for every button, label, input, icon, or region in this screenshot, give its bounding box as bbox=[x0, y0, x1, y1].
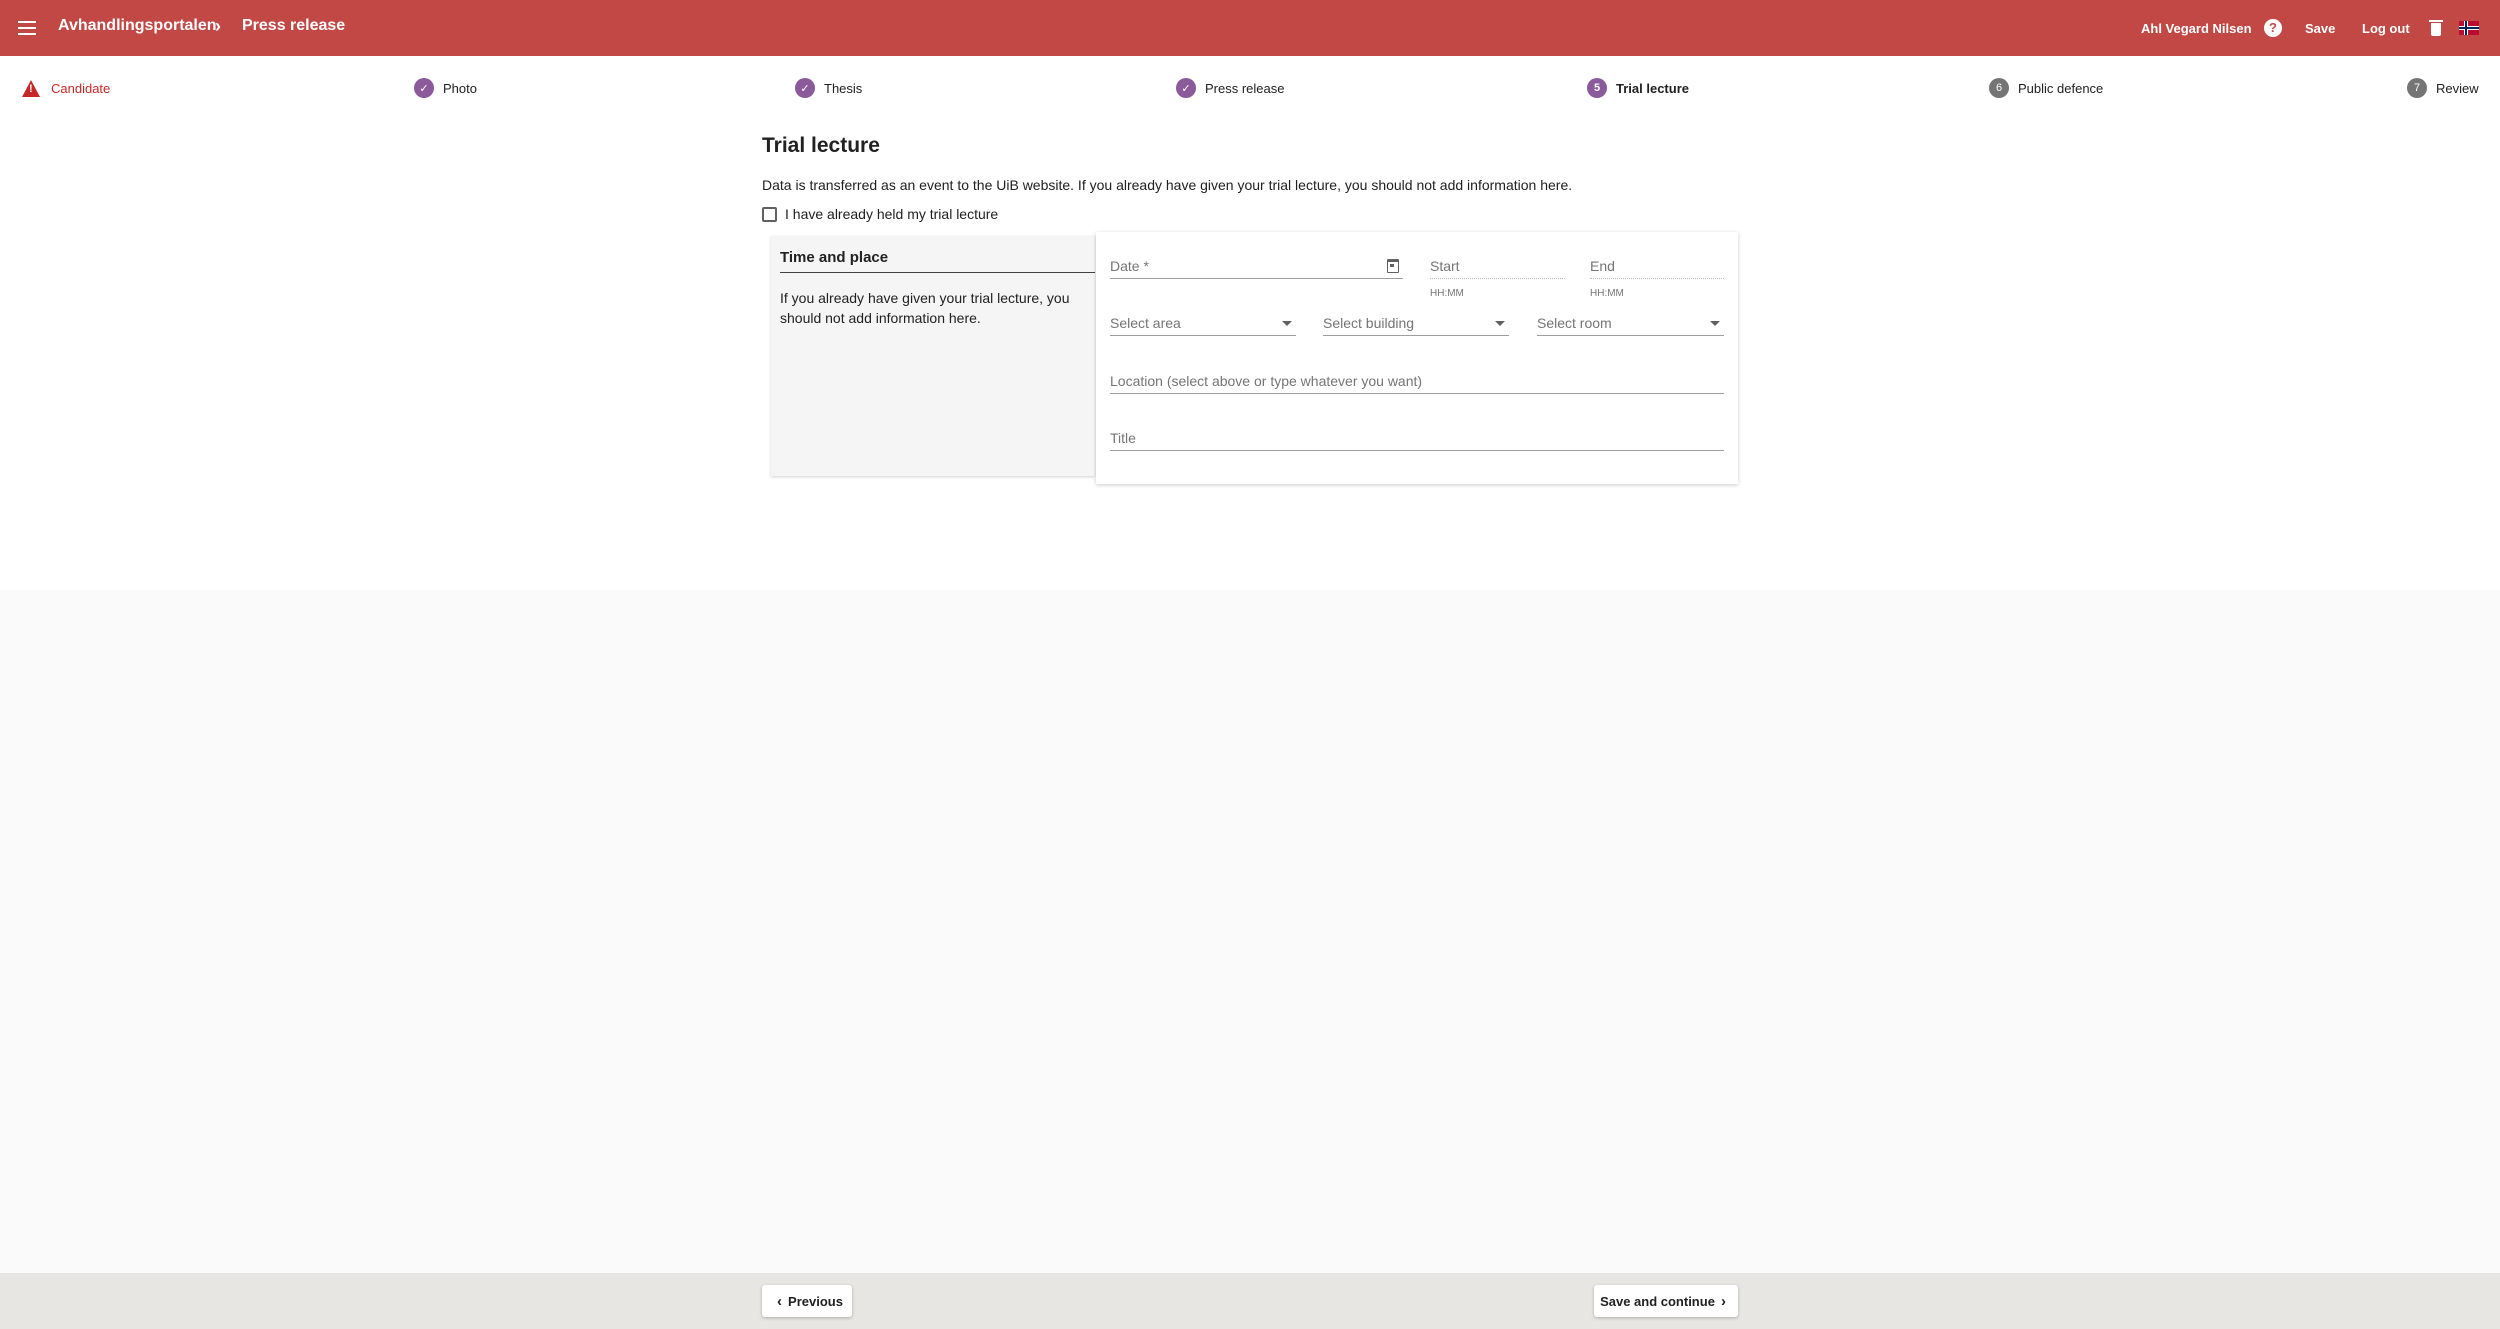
step-number-badge: 5 bbox=[1587, 78, 1607, 98]
step-trial-lecture[interactable]: 5 Trial lecture bbox=[1587, 77, 1689, 99]
step-press-release[interactable]: ✓ Press release bbox=[1176, 77, 1284, 99]
time-place-form: Date * Start HH:MM End HH:MM Select area… bbox=[1096, 232, 1738, 484]
step-number-badge: 6 bbox=[1989, 78, 2009, 98]
title-placeholder: Title bbox=[1110, 430, 1136, 446]
help-icon[interactable]: ? bbox=[2264, 19, 2282, 37]
step-number-badge: 7 bbox=[2407, 78, 2427, 98]
previous-label: Previous bbox=[788, 1293, 843, 1309]
step-candidate[interactable]: Candidate bbox=[22, 77, 110, 99]
step-label: Photo bbox=[443, 80, 477, 96]
step-label: Press release bbox=[1205, 80, 1285, 96]
building-select[interactable]: Select building bbox=[1323, 313, 1509, 336]
chevron-right-icon: › bbox=[215, 16, 221, 36]
step-public-defence[interactable]: 6 Public defence bbox=[1989, 77, 2103, 99]
trial-lecture-held-row[interactable]: I have already held my trial lecture bbox=[762, 206, 998, 222]
page-title: Trial lecture bbox=[762, 134, 880, 157]
title-input[interactable]: Title bbox=[1110, 428, 1724, 451]
start-time-field[interactable]: Start bbox=[1430, 256, 1565, 279]
room-select[interactable]: Select room bbox=[1537, 313, 1724, 336]
menu-icon[interactable] bbox=[18, 18, 36, 38]
logout-button[interactable]: Log out bbox=[2362, 21, 2410, 36]
area-placeholder: Select area bbox=[1110, 315, 1181, 331]
dropdown-arrow-icon bbox=[1282, 321, 1292, 326]
previous-button[interactable]: ‹ Previous bbox=[762, 1285, 852, 1317]
check-icon: ✓ bbox=[414, 78, 434, 98]
checkbox-label: I have already held my trial lecture bbox=[785, 206, 999, 222]
start-placeholder: Start bbox=[1430, 258, 1460, 274]
dropdown-arrow-icon bbox=[1710, 321, 1720, 326]
check-icon: ✓ bbox=[795, 78, 815, 98]
date-placeholder: Date * bbox=[1110, 258, 1149, 274]
location-input[interactable]: Location (select above or type whatever … bbox=[1110, 371, 1724, 394]
page-background bbox=[0, 590, 2500, 1273]
time-place-info-panel: Time and place If you already have given… bbox=[771, 236, 1095, 476]
area-select[interactable]: Select area bbox=[1110, 313, 1296, 336]
chevron-right-icon: › bbox=[1720, 1292, 1726, 1310]
step-label: Public defence bbox=[2018, 80, 2104, 96]
breadcrumb-current-page: Press release bbox=[242, 17, 346, 34]
user-name: Ahl Vegard Nilsen bbox=[2141, 21, 2252, 36]
end-placeholder: End bbox=[1590, 258, 1615, 274]
next-label: Save and continue bbox=[1600, 1293, 1715, 1309]
step-photo[interactable]: ✓ Photo bbox=[414, 77, 477, 99]
warning-icon bbox=[22, 79, 40, 97]
norwegian-flag-icon[interactable] bbox=[2459, 21, 2479, 35]
room-placeholder: Select room bbox=[1537, 315, 1612, 331]
trash-icon[interactable] bbox=[2429, 20, 2443, 36]
building-placeholder: Select building bbox=[1323, 315, 1415, 331]
step-thesis[interactable]: ✓ Thesis bbox=[795, 77, 862, 99]
progress-stepper: Candidate ✓ Photo ✓ Thesis ✓ Press relea… bbox=[0, 56, 2500, 120]
bottom-nav-bar bbox=[0, 1273, 2500, 1329]
breadcrumb-app-name[interactable]: Avhandlingsportalen bbox=[58, 17, 217, 35]
save-and-continue-button[interactable]: Save and continue › bbox=[1594, 1285, 1738, 1317]
step-label: Trial lecture bbox=[1616, 80, 1689, 96]
end-time-field[interactable]: End bbox=[1590, 256, 1724, 279]
step-label: Thesis bbox=[824, 80, 863, 96]
app-bar: Avhandlingsportalen › Press release Ahl … bbox=[0, 0, 2500, 56]
location-placeholder: Location (select above or type whatever … bbox=[1110, 373, 1423, 389]
start-hint: HH:MM bbox=[1430, 288, 1464, 299]
step-label: Review bbox=[2436, 80, 2479, 96]
step-review[interactable]: 7 Review bbox=[2407, 77, 2479, 99]
panel-text: If you already have given your trial lec… bbox=[780, 290, 1070, 326]
save-button[interactable]: Save bbox=[2305, 21, 2335, 36]
intro-text: Data is transferred as an event to the U… bbox=[762, 177, 1573, 193]
check-icon: ✓ bbox=[1176, 78, 1196, 98]
panel-title: Time and place bbox=[780, 249, 1095, 273]
calendar-icon[interactable] bbox=[1387, 259, 1399, 273]
end-hint: HH:MM bbox=[1590, 288, 1624, 299]
date-field[interactable]: Date * bbox=[1110, 256, 1403, 279]
chevron-left-icon: ‹ bbox=[777, 1292, 783, 1310]
dropdown-arrow-icon bbox=[1495, 321, 1505, 326]
trial-lecture-held-checkbox[interactable] bbox=[762, 206, 777, 222]
step-label: Candidate bbox=[51, 80, 111, 96]
